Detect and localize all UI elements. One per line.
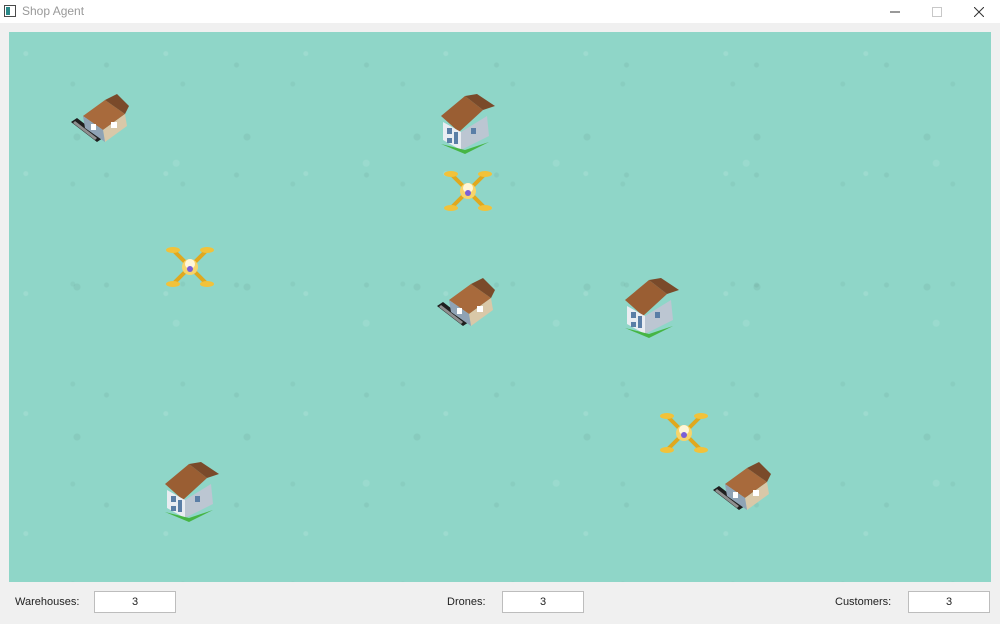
warehouse-icon [713,462,771,510]
drone-icon [166,247,214,287]
customers-count-field[interactable] [908,591,990,613]
window-title: Shop Agent [22,4,85,18]
drones-label: Drones: [447,596,486,608]
map-canvas[interactable] [9,32,991,582]
customers-label: Customers: [835,596,892,608]
warehouses-count-field[interactable] [94,591,176,613]
app-window-icon [4,5,16,17]
customer-house-icon [165,462,219,522]
close-button[interactable] [958,0,1000,23]
drone-icon [660,413,708,453]
close-icon [974,6,984,17]
warehouse-icon [437,278,495,326]
warehouses-label: Warehouses: [15,596,80,608]
maximize-button[interactable] [916,0,958,23]
minimize-icon [890,11,900,12]
drone-icon [444,171,492,211]
maximize-icon [932,6,942,17]
drones-count-field[interactable] [502,591,584,613]
customer-house-icon [625,278,679,338]
customer-house-icon [441,94,495,154]
warehouse-icon [71,94,129,142]
minimize-button[interactable] [874,0,916,23]
title-bar: Shop Agent [0,0,1000,23]
